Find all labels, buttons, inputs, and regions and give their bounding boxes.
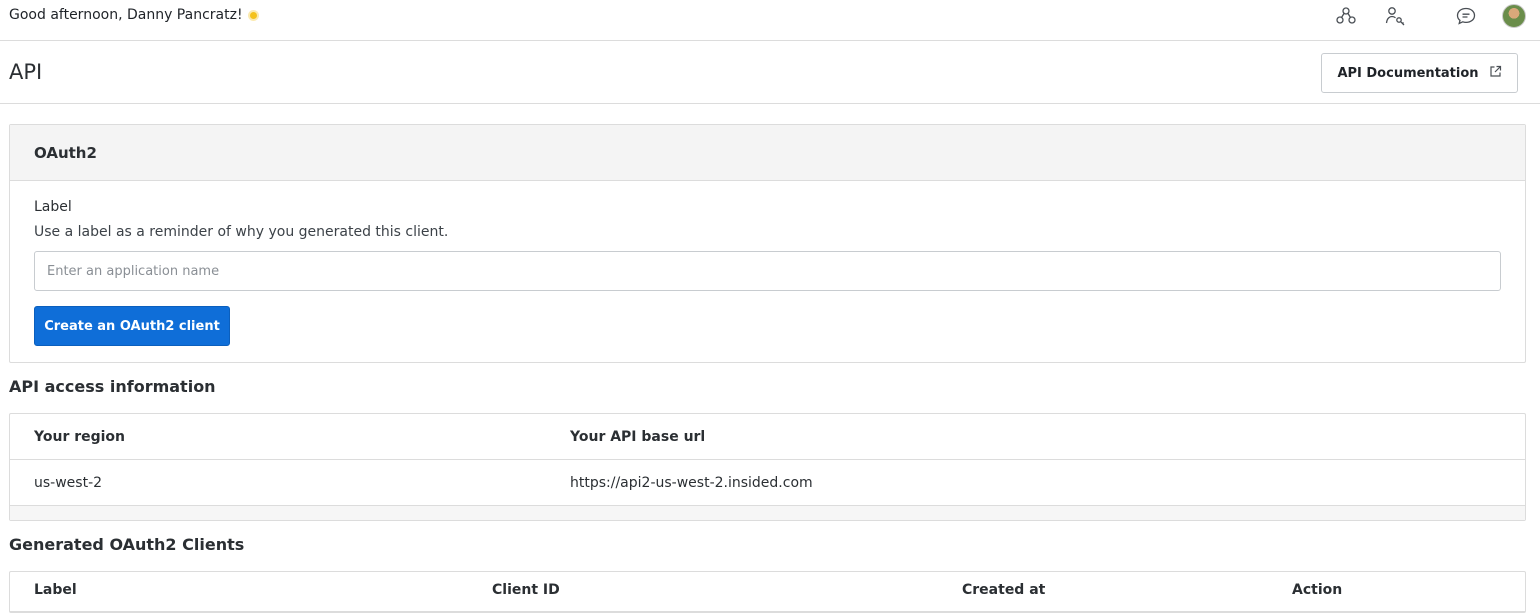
user-key-icon[interactable] [1384, 5, 1406, 27]
label-field-help: Use a label as a reminder of why you gen… [34, 224, 449, 240]
column-header: Action [1292, 582, 1343, 598]
oauth2-card: OAuth2 Label Use a label as a reminder o… [9, 124, 1526, 363]
column-header: Client ID [492, 582, 560, 598]
api-documentation-button[interactable]: API Documentation [1321, 53, 1518, 93]
page-title: API [9, 60, 43, 84]
table-footer [10, 506, 1525, 520]
chat-icon[interactable] [1455, 5, 1477, 27]
page-header: API API Documentation [0, 41, 1540, 104]
column-header: Your API base url [570, 429, 706, 445]
avatar[interactable] [1502, 4, 1526, 28]
column-header: Your region [34, 429, 126, 445]
table-header: Label Client ID Created at Action [10, 572, 1525, 612]
api-access-title: API access information [9, 377, 216, 396]
generated-clients-title: Generated OAuth2 Clients [9, 535, 245, 554]
sun-icon [247, 9, 260, 22]
table-header: Your region Your API base url [10, 414, 1525, 460]
greeting: Good afternoon, Danny Pancratz! [9, 7, 260, 23]
greeting-text: Good afternoon, Danny Pancratz! [9, 7, 243, 23]
column-header: Created at [962, 582, 1046, 598]
region-value: us-west-2 [34, 475, 103, 491]
application-name-input[interactable] [34, 251, 1501, 291]
api-documentation-label: API Documentation [1337, 65, 1479, 81]
create-oauth2-client-button[interactable]: Create an OAuth2 client [34, 306, 230, 346]
top-bar: Good afternoon, Danny Pancratz! [0, 0, 1540, 41]
label-field-label: Label [34, 199, 72, 215]
generated-clients-table: Label Client ID Created at Action [9, 571, 1526, 613]
api-base-url-value: https://api2-us-west-2.insided.com [570, 475, 813, 491]
column-header: Label [34, 582, 77, 598]
community-icon[interactable] [1335, 5, 1357, 27]
table-row: us-west-2 https://api2-us-west-2.insided… [10, 460, 1525, 506]
external-link-icon [1489, 65, 1502, 82]
api-access-table: Your region Your API base url us-west-2 … [9, 413, 1526, 521]
oauth2-card-title: OAuth2 [10, 125, 1525, 181]
